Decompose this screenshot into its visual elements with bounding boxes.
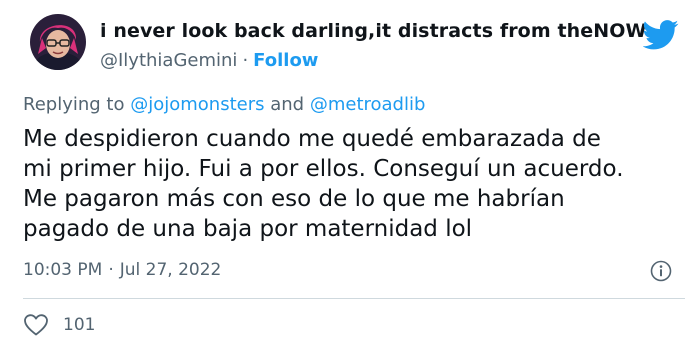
handle-row: @IlythiaGemini · Follow — [100, 50, 318, 71]
separator-dot: · — [242, 50, 249, 71]
replying-connector: and — [270, 94, 305, 115]
follow-button[interactable]: Follow — [253, 50, 318, 71]
user-handle[interactable]: @IlythiaGemini — [100, 50, 237, 71]
divider — [23, 298, 685, 299]
tweet-text-line: Me pagaron más con eso de lo que me habr… — [23, 186, 565, 212]
mention-link-1[interactable]: @jojomonsters — [130, 94, 264, 115]
twitter-bird-icon[interactable] — [643, 20, 679, 50]
heart-icon — [24, 314, 48, 336]
like-button[interactable]: 101 — [23, 312, 95, 338]
display-name[interactable]: i never look back darling,it distracts f… — [100, 20, 647, 42]
like-count: 101 — [63, 315, 96, 335]
avatar[interactable] — [30, 14, 86, 70]
tweet-date: Jul 27, 2022 — [119, 260, 222, 280]
tweet-time: 10:03 PM — [23, 260, 103, 280]
tweet-text-line: mi primer hijo. Fui a por ellos. Consegu… — [23, 156, 624, 182]
replying-to: Replying to @jojomonsters and @metroadli… — [23, 94, 425, 115]
mention-link-2[interactable]: @metroadlib — [310, 94, 426, 115]
tweet-text-line: Me despidieron cuando me quedé embarazad… — [23, 126, 601, 152]
tweet-card: i never look back darling,it distracts f… — [0, 0, 700, 349]
timestamp-link[interactable]: 10:03 PM · Jul 27, 2022 — [23, 260, 221, 280]
separator-dot: · — [108, 260, 114, 280]
tweet-text-line: pagado de una baja por maternidad lol — [23, 216, 473, 242]
replying-prefix: Replying to — [23, 94, 125, 115]
info-icon[interactable] — [650, 260, 672, 282]
tweet-text: Me despidieron cuando me quedé embarazad… — [23, 124, 683, 244]
